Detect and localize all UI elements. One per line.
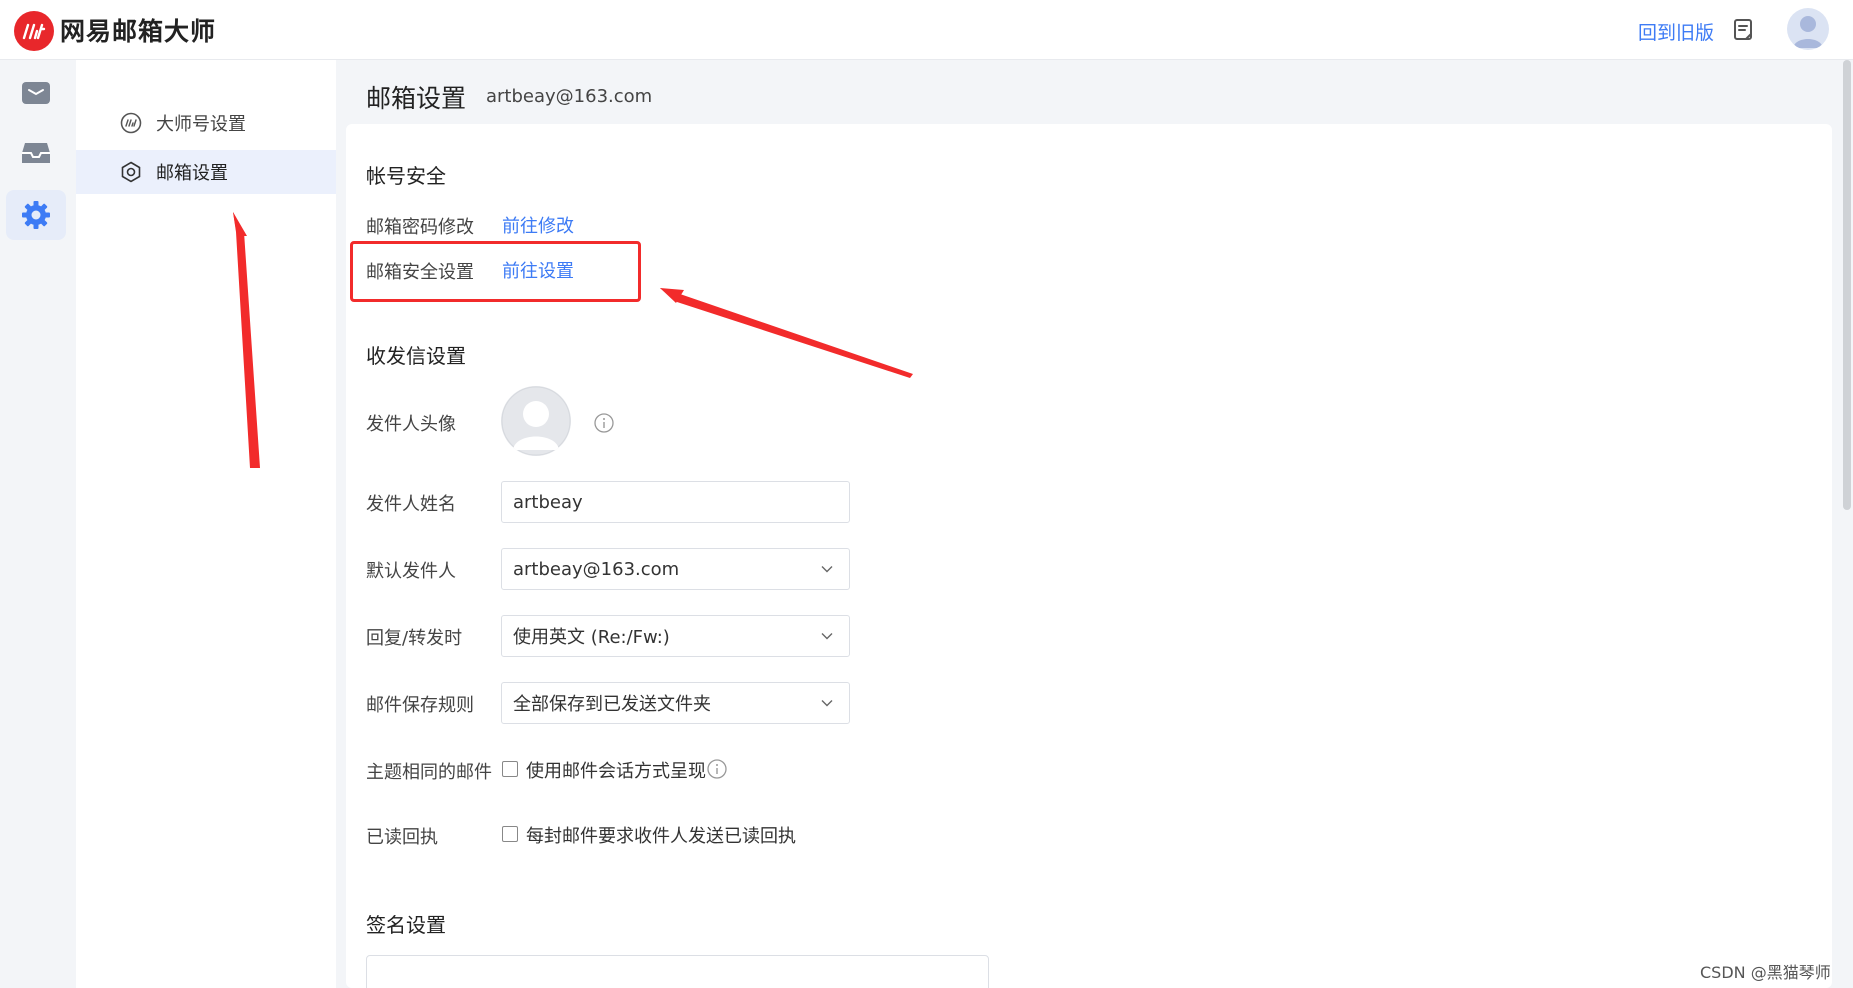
mail-icon[interactable] [6,68,66,118]
app-logo-icon [14,11,54,51]
conversation-view-checkbox[interactable] [502,761,518,777]
sender-name-label: 发件人姓名 [366,494,456,515]
sidebar-item-label: 邮箱设置 [156,163,228,184]
conversation-view-check-label[interactable]: 使用邮件会话方式呈现 [526,757,706,783]
master-account-icon [120,112,142,134]
read-receipt-check-label[interactable]: 每封邮件要求收件人发送已读回执 [526,822,796,848]
info-icon[interactable] [707,759,727,779]
sidebar-item-label: 大师号设置 [156,114,246,135]
sender-avatar[interactable] [501,386,571,456]
page-title: 邮箱设置 [366,84,467,113]
info-icon[interactable] [594,413,614,433]
section-title-account-security: 帐号安全 [366,164,446,188]
scrollbar[interactable] [1843,60,1851,510]
user-avatar[interactable] [1787,8,1829,50]
sidebar-item-mailbox-settings[interactable]: 邮箱设置 [76,150,336,194]
default-sender-label: 默认发件人 [366,561,456,582]
sender-name-field[interactable] [501,481,850,523]
inbox-icon[interactable] [6,128,66,178]
mailbox-settings-icon [120,161,142,183]
password-change-link[interactable]: 前往修改 [502,212,574,238]
save-rule-value: 全部保存到已发送文件夹 [513,694,711,715]
password-change-label: 邮箱密码修改 [366,217,474,238]
settings-gear-icon[interactable] [6,190,66,240]
left-rail [0,60,76,988]
save-rule-label: 邮件保存规则 [366,695,474,716]
section-title-send-receive: 收发信设置 [366,344,466,368]
top-bar: 网易邮箱大师 回到旧版 [0,0,1853,60]
reply-forward-select[interactable]: 使用英文 (Re:/Fw:) [501,615,850,657]
reply-forward-label: 回复/转发时 [366,628,463,649]
chevron-down-icon [821,633,833,640]
back-to-old-version-link[interactable]: 回到旧版 [1638,18,1714,45]
notes-icon[interactable] [1732,17,1756,43]
chevron-down-icon [821,700,833,707]
sender-name-input[interactable] [513,491,833,513]
watermark: CSDN @黑猫琴师 [1700,963,1831,982]
default-sender-select[interactable]: artbeay@163.com [501,548,850,590]
same-subject-label: 主题相同的邮件 [366,762,492,783]
save-rule-select[interactable]: 全部保存到已发送文件夹 [501,682,850,724]
read-receipt-label: 已读回执 [366,827,438,848]
app-title: 网易邮箱大师 [60,17,217,46]
sidebar-item-master-account[interactable]: 大师号设置 [76,101,336,145]
chevron-down-icon [821,566,833,573]
signature-box[interactable] [366,955,989,988]
annotation-highlight-box [350,241,641,302]
default-sender-value: artbeay@163.com [513,558,680,580]
sender-avatar-label: 发件人头像 [366,414,456,435]
reply-forward-value: 使用英文 (Re:/Fw:) [513,627,670,648]
read-receipt-checkbox[interactable] [502,826,518,842]
settings-sidebar: 大师号设置 邮箱设置 [76,60,336,988]
section-title-signature: 签名设置 [366,913,446,937]
account-email: artbeay@163.com [486,86,653,107]
